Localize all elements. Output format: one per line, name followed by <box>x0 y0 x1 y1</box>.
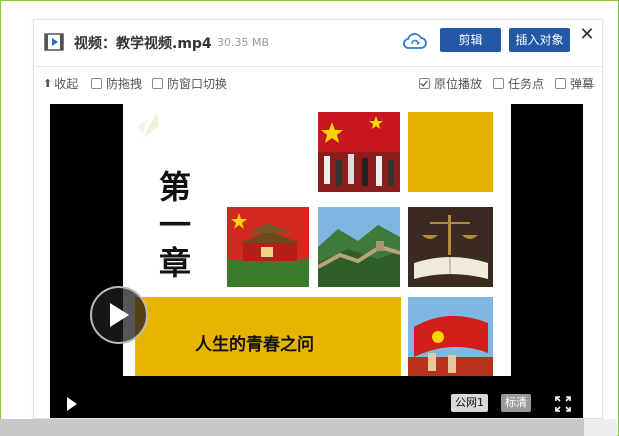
video-title: 视频：教学视频.mp4 <box>74 36 212 52</box>
slide-decoration <box>137 108 177 148</box>
video-panel: 视频：教学视频.mp4 30.35 MB 剪辑 插入对象 ✕ ⬆ 收起 防拖拽 … <box>33 19 603 419</box>
video-frame-slide: 第 一 章 人生的青春之问 <box>123 104 511 376</box>
in-place-play-option[interactable]: 原位播放 <box>419 75 482 92</box>
anti-window-switch-label: 防窗口切换 <box>167 77 228 91</box>
anti-drag-checkbox[interactable] <box>91 78 102 89</box>
close-icon[interactable]: ✕ <box>578 26 596 44</box>
scrollbar-corner <box>584 419 617 436</box>
video-player[interactable]: 第 一 章 人生的青春之问 公网1 标清 <box>50 104 583 418</box>
player-controls: 公网1 标清 <box>50 390 583 418</box>
quality-button[interactable]: 标清 <box>501 394 531 412</box>
edit-button[interactable]: 剪辑 <box>440 28 501 52</box>
video-file-icon <box>44 32 64 52</box>
yellow-tile <box>408 112 493 192</box>
collapse-label: 收起 <box>54 77 79 91</box>
in-place-play-checkbox[interactable] <box>419 78 430 89</box>
danmaku-option[interactable]: 弹幕 <box>555 75 594 92</box>
insert-object-button[interactable]: 插入对象 <box>509 28 570 52</box>
anti-window-switch-option[interactable]: 防窗口切换 <box>152 75 227 92</box>
task-point-option[interactable]: 任务点 <box>493 75 544 92</box>
in-place-play-label: 原位播放 <box>434 77 483 91</box>
task-point-label: 任务点 <box>508 77 545 91</box>
play-icon <box>110 303 129 327</box>
network-line-button[interactable]: 公网1 <box>451 394 488 412</box>
anti-drag-option[interactable]: 防拖拽 <box>91 75 142 92</box>
panel-header: 视频：教学视频.mp4 30.35 MB 剪辑 插入对象 ✕ <box>34 20 602 67</box>
file-size: 30.35 MB <box>217 36 270 49</box>
task-point-checkbox[interactable] <box>493 78 504 89</box>
chapter-char-3: 章 <box>159 244 192 282</box>
great-wall-photo <box>318 207 400 287</box>
options-bar: ⬆ 收起 防拖拽 防窗口切换 原位播放 任务点 弹幕 <box>34 67 602 99</box>
danmaku-label: 弹幕 <box>570 77 595 91</box>
slide-subtitle: 人生的青春之问 <box>195 335 314 355</box>
arrow-up-icon: ⬆ <box>43 77 53 90</box>
horizontal-scrollbar[interactable] <box>0 419 584 436</box>
flag-crowd-photo <box>318 112 400 192</box>
party-flag-photo <box>408 297 493 376</box>
subtitle-band: 人生的青春之问 <box>135 297 401 376</box>
anti-window-switch-checkbox[interactable] <box>152 78 163 89</box>
big-play-button[interactable] <box>90 286 148 344</box>
tiananmen-photo <box>227 207 309 287</box>
play-icon[interactable] <box>66 396 78 412</box>
anti-drag-label: 防拖拽 <box>106 77 143 91</box>
danmaku-checkbox[interactable] <box>555 78 566 89</box>
fullscreen-icon[interactable] <box>555 396 571 412</box>
scales-and-book-photo <box>408 207 493 287</box>
collapse-toggle[interactable]: ⬆ 收起 <box>43 75 78 92</box>
cloud-sync-icon[interactable] <box>402 32 428 52</box>
